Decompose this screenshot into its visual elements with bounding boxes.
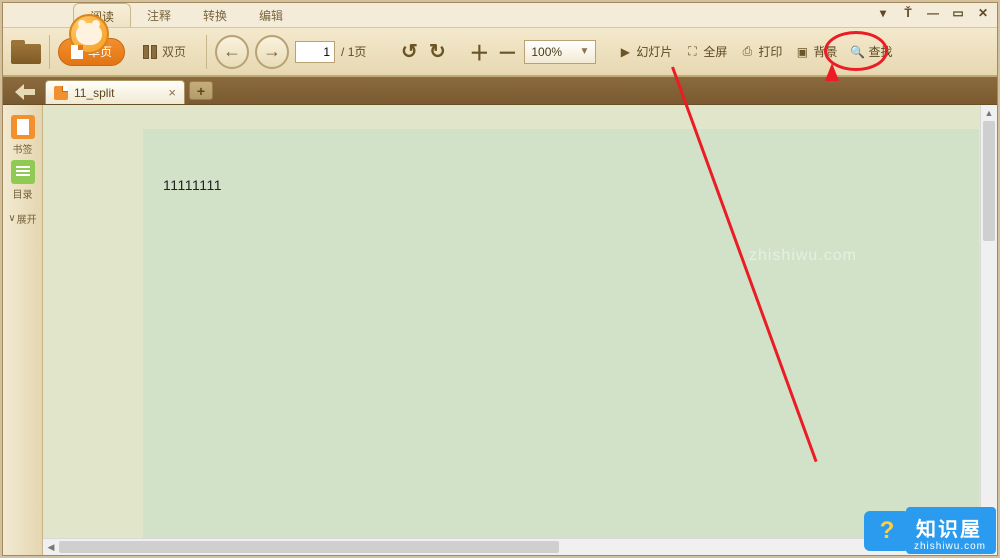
double-page-icon <box>143 45 157 59</box>
document-tabstrip: 11_split × + <box>3 77 997 105</box>
zoom-select[interactable]: 100% ▼ <box>524 40 596 64</box>
new-tab-button[interactable]: + <box>189 81 213 100</box>
search-icon: 🔍 <box>849 44 865 60</box>
menu-tab-convert[interactable]: 转换 <box>187 3 243 27</box>
toc-icon <box>11 160 35 184</box>
chevron-down-icon: ▼ <box>579 46 589 57</box>
find-button[interactable]: 🔍 查找 <box>846 40 895 63</box>
document-tab-label: 11_split <box>74 86 114 100</box>
side-panel: 书签 目录 ∨ 展开 <box>3 105 43 555</box>
redo-button[interactable]: ↻ <box>426 41 448 63</box>
horizontal-scrollbar[interactable]: ◀ ▶ <box>43 538 980 555</box>
double-page-label: 双页 <box>162 43 186 60</box>
page-total-label: / 1页 <box>341 43 366 60</box>
app-window: 阅读 注释 转换 编辑 ▾ Ť — ▭ ✕ 单页 双页 ← → / <box>2 2 998 556</box>
scrollbar-thumb[interactable] <box>59 541 559 553</box>
tabstrip-back-button[interactable] <box>6 79 44 105</box>
prev-page-button[interactable]: ← <box>215 35 249 69</box>
zoom-in-button[interactable]: ＋ <box>468 41 490 63</box>
zoom-value: 100% <box>531 45 562 59</box>
scrollbar-thumb[interactable] <box>983 121 995 241</box>
background-button[interactable]: ▣ 背景 <box>791 40 840 63</box>
menu-tab-annotate[interactable]: 注释 <box>131 3 187 27</box>
chevron-down-icon: ∨ <box>8 213 15 224</box>
vertical-scrollbar[interactable]: ▲ ▼ <box>980 105 997 555</box>
toc-button[interactable]: 目录 <box>10 160 36 201</box>
print-icon: ⎙ <box>739 44 755 60</box>
dropdown-icon[interactable]: ▾ <box>875 5 891 21</box>
scroll-up-icon[interactable]: ▲ <box>981 105 997 121</box>
bookmarks-button[interactable]: 书签 <box>10 115 36 156</box>
scroll-left-icon[interactable]: ◀ <box>43 539 59 555</box>
print-button[interactable]: ⎙ 打印 <box>736 40 785 63</box>
menu-bar: 阅读 注释 转换 编辑 ▾ Ť — ▭ ✕ <box>3 3 997 27</box>
zoom-out-button[interactable]: － <box>496 41 518 63</box>
fullscreen-button[interactable]: ⛶ 全屏 <box>681 40 730 63</box>
document-viewport[interactable]: 11111111 ▲ ▼ ◀ ▶ <box>43 105 997 555</box>
main-toolbar: 单页 双页 ← → / 1页 ↺ ↻ ＋ － 100% ▼ ▶ 幻灯片 ⛶ <box>3 27 997 77</box>
separator <box>206 35 207 69</box>
scroll-right-icon[interactable]: ▶ <box>964 539 980 555</box>
scroll-down-icon[interactable]: ▼ <box>981 539 997 555</box>
document-icon <box>54 86 68 100</box>
undo-button[interactable]: ↺ <box>398 41 420 63</box>
expand-sidebar-button[interactable]: ∨ 展开 <box>8 211 36 226</box>
maximize-button[interactable]: ▭ <box>950 5 966 21</box>
close-button[interactable]: ✕ <box>975 5 991 21</box>
menu-tab-edit[interactable]: 编辑 <box>243 3 299 27</box>
bookmark-icon <box>11 115 35 139</box>
double-page-button[interactable]: 双页 <box>131 38 198 66</box>
next-page-button[interactable]: → <box>255 35 289 69</box>
open-file-button[interactable] <box>11 40 41 64</box>
separator <box>49 35 50 69</box>
page-icon <box>71 45 83 59</box>
document-tab[interactable]: 11_split × <box>45 80 185 104</box>
page-number-input[interactable] <box>295 41 335 63</box>
slideshow-icon: ▶ <box>617 44 633 60</box>
page: 11111111 <box>143 129 979 549</box>
fullscreen-icon: ⛶ <box>684 44 700 60</box>
minimize-button[interactable]: — <box>925 5 941 21</box>
background-icon: ▣ <box>794 44 810 60</box>
pin-icon[interactable]: Ť <box>900 5 916 21</box>
slideshow-button[interactable]: ▶ 幻灯片 <box>614 40 675 63</box>
close-tab-button[interactable]: × <box>168 85 176 100</box>
content-area: 书签 目录 ∨ 展开 11111111 ▲ ▼ ◀ <box>3 105 997 555</box>
page-body-text: 11111111 <box>143 129 979 193</box>
